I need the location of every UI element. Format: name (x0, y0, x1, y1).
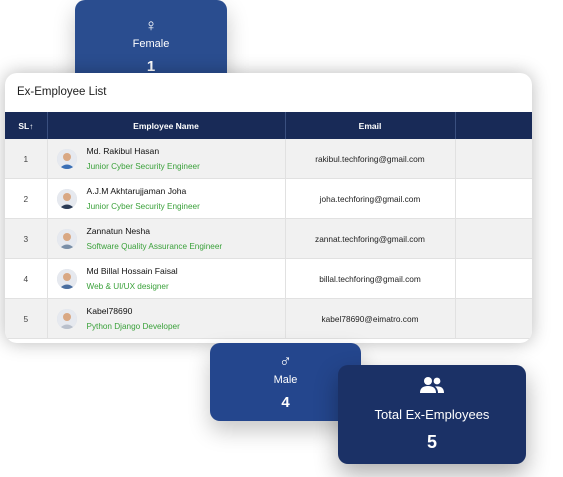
employee-role: Junior Cyber Security Engineer (86, 201, 200, 211)
male-count: 4 (281, 394, 290, 411)
employee-role: Python Django Developer (86, 321, 180, 331)
sort-icon[interactable]: ↑ (29, 122, 33, 131)
employee-cell[interactable]: Zannatun Nesha Software Quality Assuranc… (47, 218, 286, 259)
sl-cell: 2 (5, 178, 48, 219)
email-cell: billal.techforing@gmail.com (285, 258, 456, 299)
table-row[interactable]: 2 A.J.M Akhtarujjaman Joha Junior Cyber … (5, 178, 532, 219)
users-icon (419, 376, 445, 399)
position-cell: Python (455, 298, 532, 339)
position-cell: Web & (455, 258, 532, 299)
position-cell: Software Qu (455, 218, 532, 259)
position-column-header[interactable] (455, 112, 532, 139)
position-cell: Junior Cyb (455, 139, 532, 179)
email-cell: rakibul.techforing@gmail.com (285, 139, 456, 179)
panel-title: Ex-Employee List (17, 86, 107, 98)
email-cell: zannat.techforing@gmail.com (285, 218, 456, 259)
employee-name-column-header[interactable]: Employee Name (47, 112, 286, 139)
total-label: Total Ex-Employees (374, 407, 490, 422)
employee-role: Junior Cyber Security Engineer (86, 161, 200, 171)
table-row[interactable]: 1 Md. Rakibul Hasan Junior Cyber Securit… (5, 139, 532, 179)
total-stat-card: Total Ex-Employees 5 (338, 365, 526, 464)
table-row[interactable]: 5 Kabel78690 Python Django Developer kab… (5, 298, 532, 339)
employee-cell[interactable]: Md Billal Hossain Faisal Web & UI/UX des… (47, 258, 286, 299)
employee-cell[interactable]: Kabel78690 Python Django Developer (47, 298, 286, 339)
employee-name: Kabel78690 (86, 305, 133, 316)
avatar (56, 228, 77, 249)
female-icon: ♀ (144, 16, 158, 35)
avatar (56, 188, 77, 209)
avatar (56, 148, 77, 169)
employee-name: A.J.M Akhtarujjaman Joha (86, 185, 187, 196)
email-column-header[interactable]: Email (285, 112, 456, 139)
male-icon: ♂ (279, 352, 292, 371)
female-label: Female (132, 38, 170, 50)
table-row[interactable]: 4 Md Billal Hossain Faisal Web & UI/UX d… (5, 258, 532, 299)
position-cell: Junior Cyb (455, 178, 532, 219)
email-cell: joha.techforing@gmail.com (285, 178, 456, 219)
employee-name: Zannatun Nesha (86, 225, 151, 236)
sl-cell: 1 (5, 139, 48, 179)
ex-employee-table: SL↑ Employee Name Email 1 Md. Rakibul Ha… (5, 112, 532, 339)
employee-cell[interactable]: A.J.M Akhtarujjaman Joha Junior Cyber Se… (47, 178, 286, 219)
employee-name: Md Billal Hossain Faisal (86, 265, 178, 276)
sl-cell: 4 (5, 258, 48, 299)
employee-role: Web & UI/UX designer (86, 281, 169, 291)
email-cell: kabel78690@eimatro.com (285, 298, 456, 339)
avatar (56, 308, 77, 329)
ex-employee-panel: Ex-Employee List SL↑ Employee Name Email… (5, 73, 532, 343)
avatar (56, 268, 77, 289)
table-row[interactable]: 3 Zannatun Nesha Software Quality Assura… (5, 218, 532, 259)
table-header-row: SL↑ Employee Name Email (5, 112, 532, 139)
employee-cell[interactable]: Md. Rakibul Hasan Junior Cyber Security … (47, 139, 286, 179)
employee-role: Software Quality Assurance Engineer (86, 241, 223, 251)
total-count: 5 (426, 432, 437, 452)
sl-cell: 5 (5, 298, 48, 339)
sl-cell: 3 (5, 218, 48, 259)
employee-name: Md. Rakibul Hasan (86, 145, 160, 156)
male-label: Male (273, 374, 298, 386)
sl-column-header[interactable]: SL↑ (5, 112, 48, 139)
